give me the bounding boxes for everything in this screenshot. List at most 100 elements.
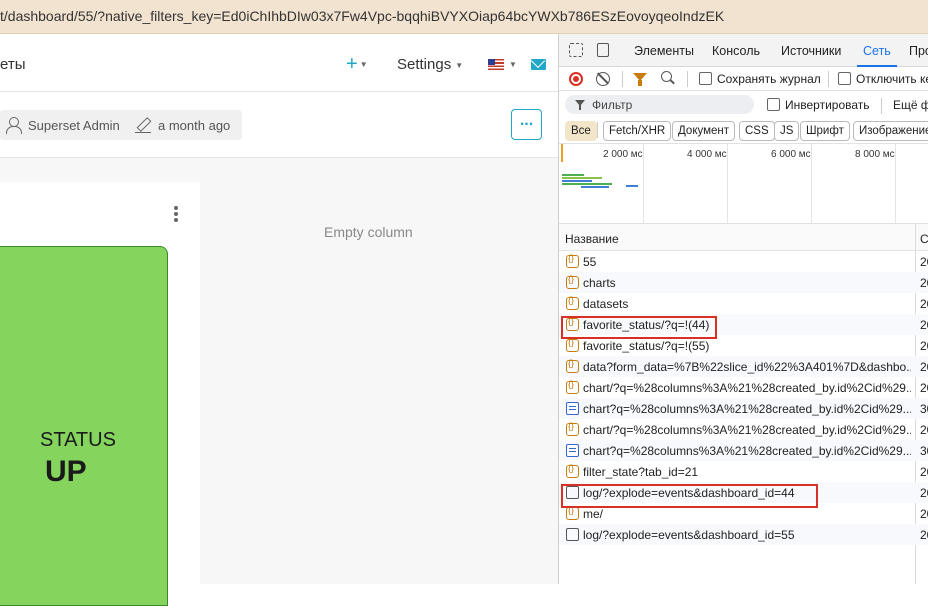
timeline-tick: 4 000 мс [687,149,727,160]
chevron-down-icon: ▼ [359,60,368,70]
more-filters-label[interactable]: Ещё ф [893,98,928,112]
inspect-icon[interactable] [569,43,583,57]
record-icon[interactable] [569,72,583,86]
file-icon [566,528,579,541]
table-row[interactable]: 55 20 [559,251,928,272]
fetch-icon [566,463,579,478]
table-row[interactable]: charts 20 [559,272,928,293]
table-row[interactable]: datasets 20 [559,293,928,314]
timeline-gridline [643,144,644,224]
timeline-gridline [895,144,896,224]
request-status: 20 [920,339,928,353]
devtools-tab-bar: Элементы Консоль Источники Сеть Про [559,34,928,67]
table-row[interactable]: chart?q=%28columns%3A%21%28created_by.id… [559,398,928,419]
table-row[interactable]: log/?explode=events&dashboard_id=55 20 [559,524,928,545]
request-status: 20 [920,507,928,521]
type-css[interactable]: CSS [739,121,775,141]
timeline-cursor [561,144,563,162]
highlight-box [561,316,717,339]
table-row[interactable]: filter_state?tab_id=21 20 [559,461,928,482]
request-name: chart?q=%28columns%3A%21%28created_by.id… [583,402,911,416]
request-status: 20 [920,276,928,290]
highlight-box [561,484,818,508]
document-icon [566,402,579,415]
address-bar[interactable]: t/dashboard/55/?native_filters_key=Ed0iC… [0,0,928,34]
timeline-bar [581,186,609,188]
request-name: datasets [583,297,629,311]
type-js[interactable]: JS [774,121,800,141]
request-name: filter_state?tab_id=21 [583,465,699,479]
divider [828,71,829,87]
superset-app: еты + ▼ Settings ▼ ▼ Superset Admin a mont… [0,34,558,606]
pencil-icon [135,117,151,134]
invert-checkbox[interactable] [767,98,780,111]
type-image[interactable]: Изображение [853,121,928,141]
timeline-gridline [727,144,728,224]
filter-icon[interactable] [633,73,647,86]
request-status: 20 [920,297,928,311]
status-tile: STATUS UP [0,246,168,606]
fetch-icon [566,274,579,289]
request-name: charts [583,276,616,290]
dashboard-meta-bar: Superset Admin a month ago ... [0,92,558,158]
request-name: favorite_status/?q=!(55) [583,339,710,353]
tab-performance[interactable]: Про [909,44,928,58]
column-name-header[interactable]: Название [565,232,619,246]
filter-icon [575,100,585,110]
invert-label: Инвертировать [785,98,870,112]
request-status: 20 [920,318,928,332]
document-icon [566,444,579,457]
fetch-icon [566,379,579,394]
disable-cache-checkbox[interactable] [838,72,851,85]
type-all[interactable]: Все [565,121,597,141]
request-name: chart/?q=%28columns%3A%21%28created_by.i… [583,381,911,395]
url-text[interactable]: t/dashboard/55/?native_filters_key=Ed0iC… [0,8,724,24]
request-name: chart/?q=%28columns%3A%21%28created_by.i… [583,423,911,437]
page-title[interactable]: еты [0,56,26,73]
tab-console[interactable]: Консоль [712,44,760,58]
tab-network[interactable]: Сеть [857,44,897,67]
table-row[interactable]: chart/?q=%28columns%3A%21%28created_by.i… [559,377,928,398]
filter-row: Фильтр Инвертировать Ещё ф [559,92,928,118]
column-status-header[interactable]: С [920,232,928,246]
filter-input[interactable]: Фильтр [565,95,754,114]
owner-name: Superset Admin [28,118,120,133]
table-row[interactable]: chart/?q=%28columns%3A%21%28created_by.i… [559,419,928,440]
tab-elements[interactable]: Элементы [634,44,694,58]
person-icon [6,117,22,134]
device-toolbar-icon[interactable] [597,43,609,57]
network-timeline[interactable]: 2 000 мс 4 000 мс 6 000 мс 8 000 мс [559,144,928,224]
us-flag-icon[interactable] [488,59,504,70]
chevron-down-icon: ▼ [455,60,464,70]
request-status: 30 [920,444,928,458]
chevron-down-icon[interactable]: ▼ [509,60,517,69]
type-document[interactable]: Документ [672,121,736,141]
request-name: 55 [583,255,597,269]
request-name: log/?explode=events&dashboard_id=55 [583,528,795,542]
clear-icon[interactable] [596,72,610,86]
preserve-log-label: Сохранять журнал [717,72,821,86]
fetch-icon [566,337,579,352]
search-icon[interactable] [661,71,672,82]
timeline-bar [562,180,592,182]
network-toolbar: Сохранять журнал Отключить ке [559,67,928,91]
add-new-button[interactable]: + ▼ [346,53,368,76]
type-fetch-xhr[interactable]: Fetch/XHR [603,121,672,141]
more-actions-button[interactable]: ... [511,109,542,140]
preserve-log-checkbox[interactable] [699,72,712,85]
timeline-tick: 6 000 мс [771,149,811,160]
chart-card: STATUS UP [0,182,200,606]
devtools-panel: Элементы Консоль Источники Сеть Про Сохр… [558,34,928,584]
table-row[interactable]: data?form_data=%7B%22slice_id%22%3A401%7… [559,356,928,377]
tab-sources[interactable]: Источники [781,44,841,58]
settings-menu[interactable]: Settings ▼ [397,56,463,73]
timeline-bar [562,177,602,179]
divider [881,98,882,114]
fetch-icon [566,421,579,436]
mail-icon[interactable] [531,59,546,70]
kebab-menu-icon[interactable] [174,206,178,222]
table-row[interactable]: chart?q=%28columns%3A%21%28created_by.id… [559,440,928,461]
fetch-icon [566,505,579,520]
request-status: 20 [920,360,928,374]
type-font[interactable]: Шрифт [800,121,850,141]
